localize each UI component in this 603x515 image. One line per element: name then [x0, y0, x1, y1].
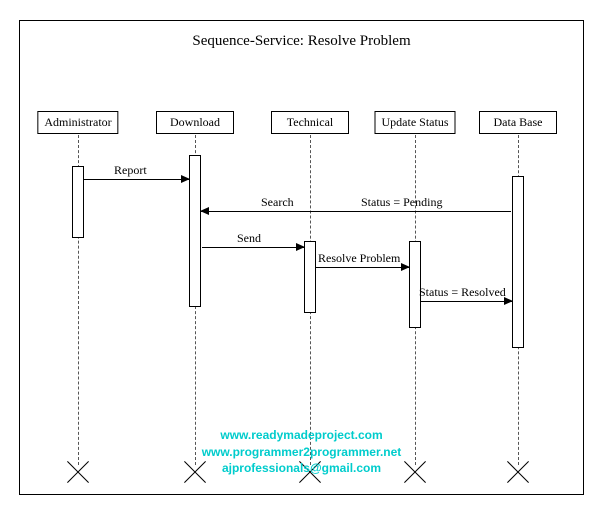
- arrow-right-icon: [401, 263, 410, 271]
- activation-bar: [304, 241, 316, 313]
- diagram-frame: Sequence-Service: Resolve Problem Admini…: [19, 20, 584, 495]
- message-send: Send: [202, 247, 304, 248]
- activation-bar: [512, 176, 524, 348]
- message-search-pending: Search Status = Pending: [201, 211, 511, 212]
- message-label: Report: [114, 163, 147, 178]
- participant-label: Download: [156, 111, 234, 134]
- arrow-right-icon: [181, 175, 190, 183]
- destroy-icon: [297, 459, 323, 485]
- arrow-right-icon: [504, 297, 513, 305]
- destroy-icon: [182, 459, 208, 485]
- participant-label: Update Status: [375, 111, 456, 134]
- arrow-right-icon: [296, 243, 305, 251]
- message-label: Search: [261, 195, 294, 210]
- arrow-left-icon: [200, 207, 209, 215]
- message-label: Status = Pending: [361, 195, 442, 210]
- participant-label: Administrator: [37, 111, 118, 134]
- participant-label: Data Base: [479, 111, 557, 134]
- destroy-icon: [65, 459, 91, 485]
- diagram-title: Sequence-Service: Resolve Problem: [20, 33, 583, 50]
- message-resolve: Resolve Problem: [316, 267, 409, 268]
- participant-label: Technical: [271, 111, 349, 134]
- sequence-diagram: Administrator Download Technical Update …: [20, 71, 583, 491]
- message-label: Status = Resolved: [419, 285, 506, 300]
- activation-bar: [72, 166, 84, 238]
- destroy-icon: [402, 459, 428, 485]
- destroy-icon: [505, 459, 531, 485]
- message-label: Resolve Problem: [318, 251, 400, 266]
- message-resolved: Status = Resolved: [421, 301, 512, 302]
- message-label: Send: [237, 231, 261, 246]
- activation-bar: [189, 155, 201, 307]
- message-report: Report: [84, 179, 189, 180]
